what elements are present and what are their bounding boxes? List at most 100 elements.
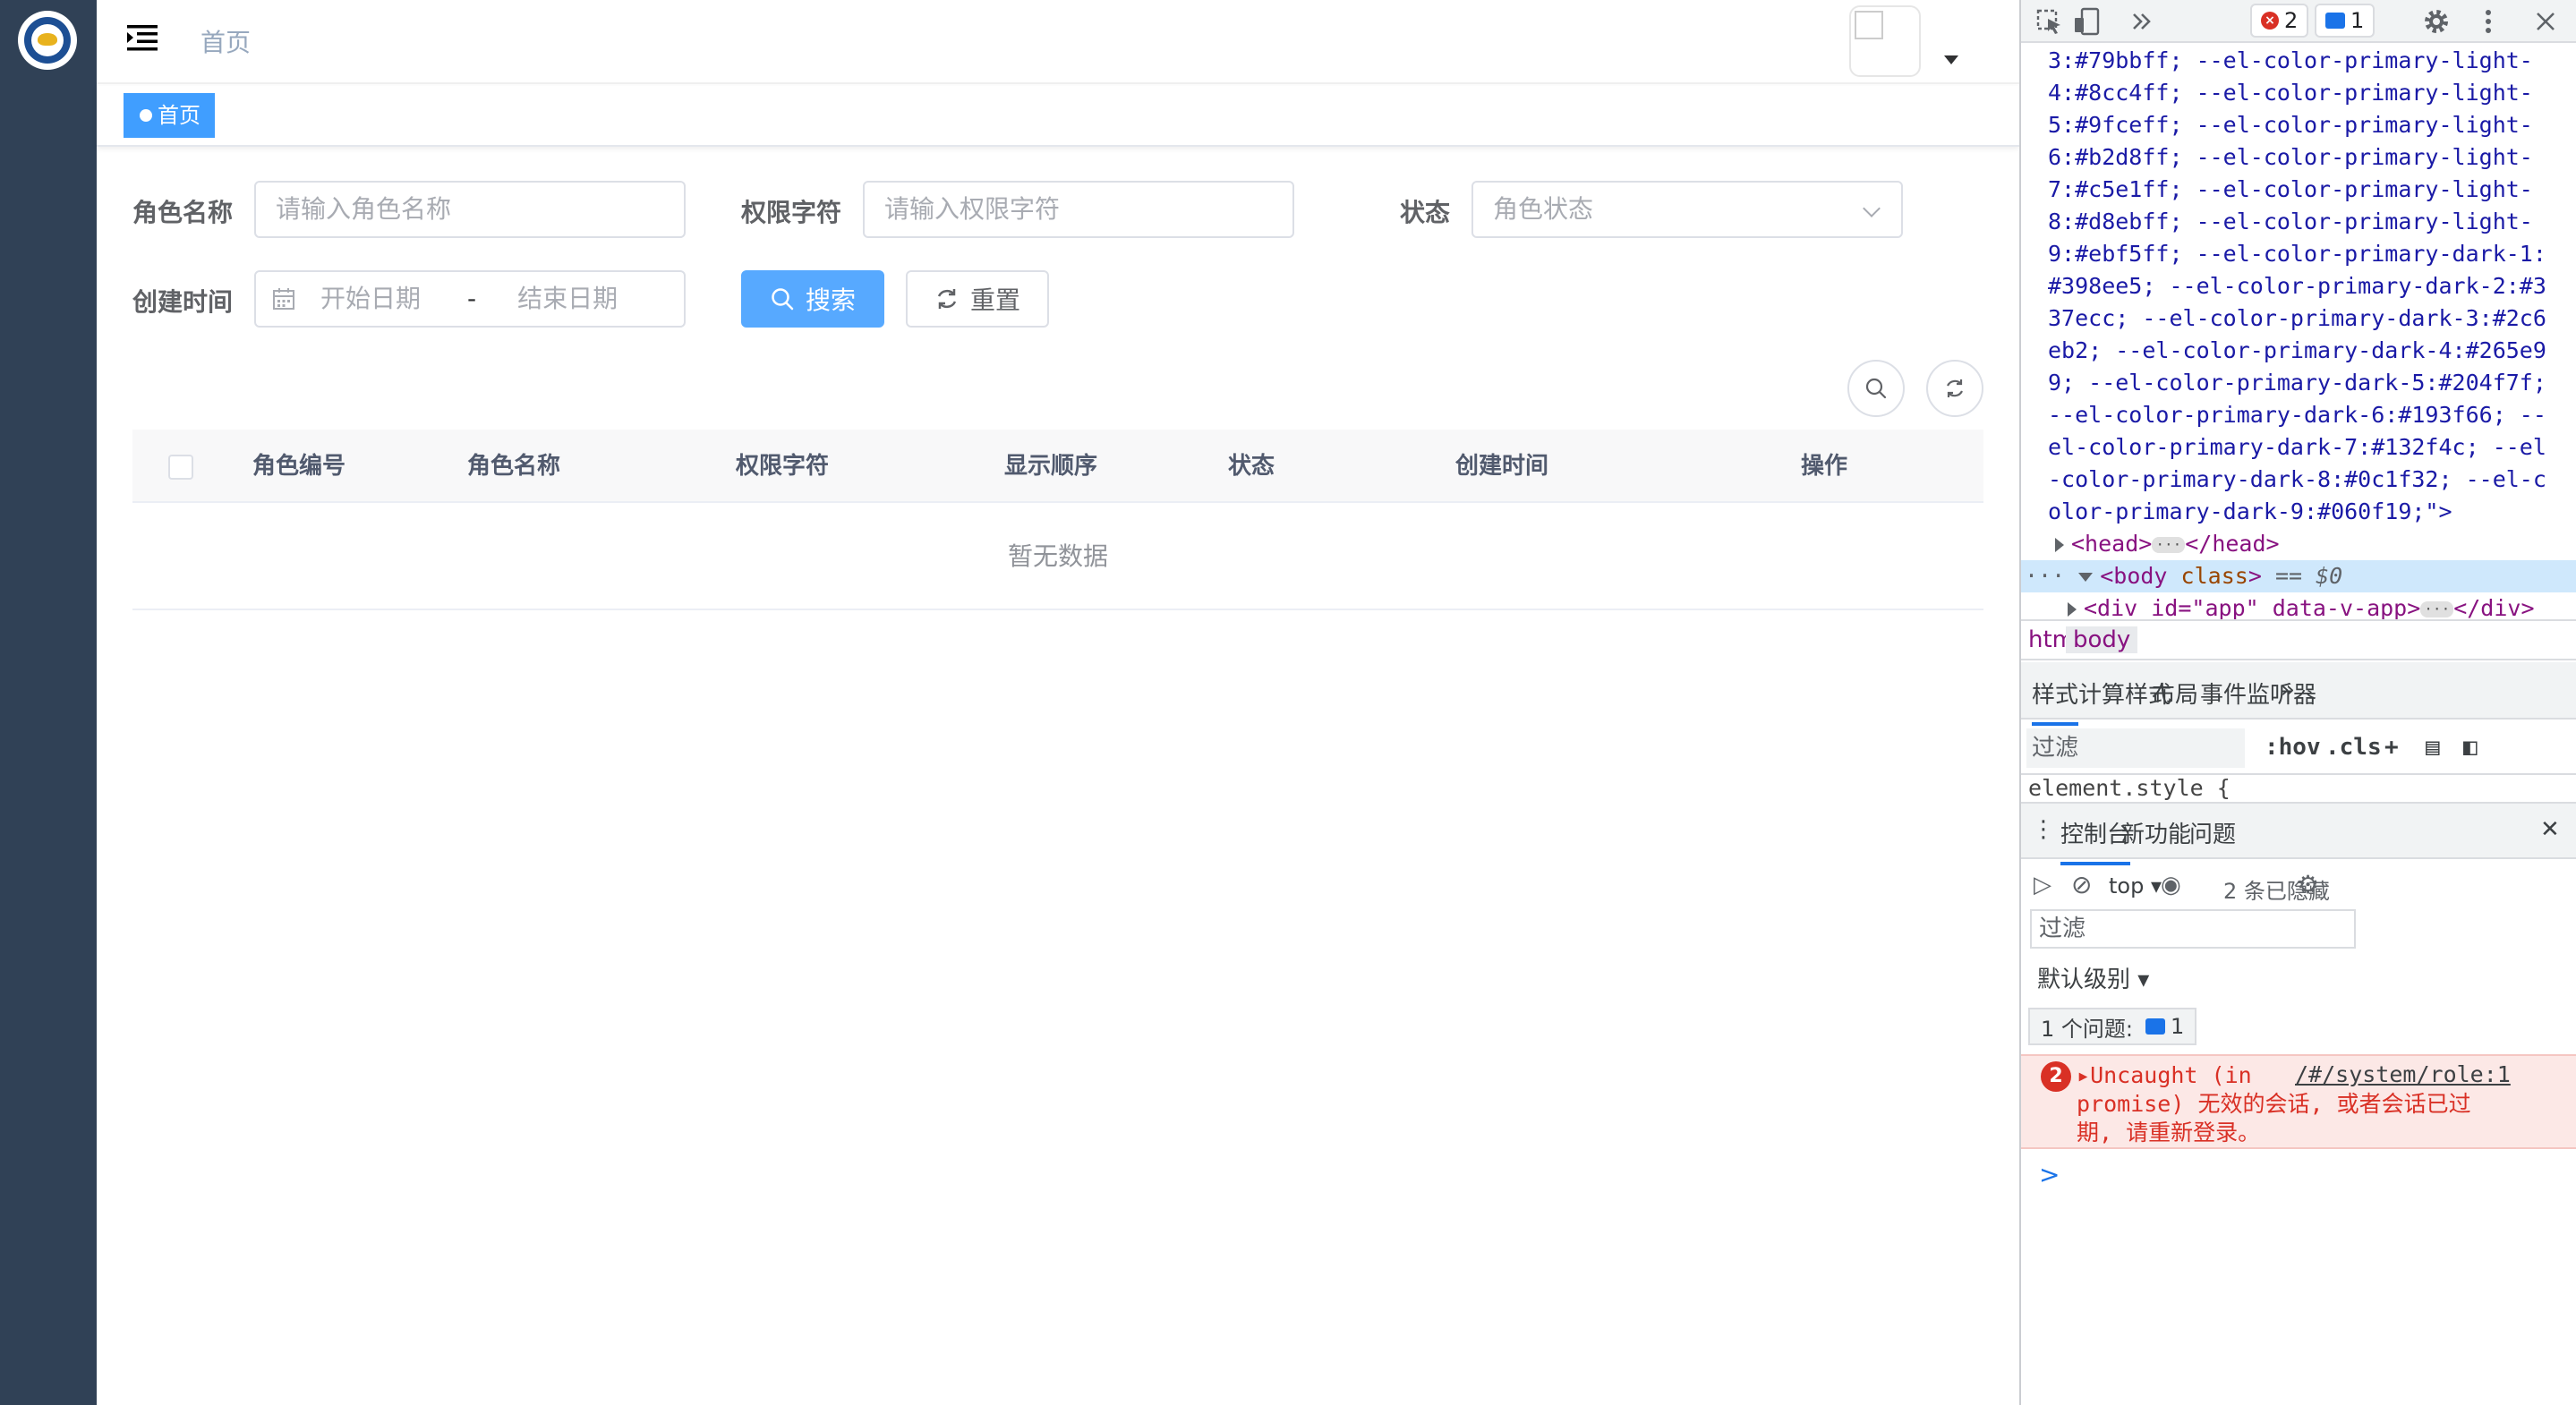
dom-style-line: #398ee5; --el-color-primary-dark-2:#3 xyxy=(2048,273,2546,299)
search-button[interactable]: 搜索 xyxy=(741,270,884,328)
dom-head-node[interactable]: <head> ··· </head> xyxy=(2021,528,2576,560)
close-devtools-icon[interactable] xyxy=(2529,5,2562,38)
div-close-tag: </div> xyxy=(2453,595,2535,619)
tab-issues[interactable]: 问题 xyxy=(2189,816,2236,849)
styles-filter-input[interactable]: 过滤 xyxy=(2026,728,2245,768)
collapsed-ellipsis-icon[interactable]: ··· xyxy=(2420,601,2454,617)
start-date-input[interactable]: 开始日期 xyxy=(320,272,421,326)
close-drawer-icon[interactable]: ✕ xyxy=(2540,816,2560,843)
devtools-panel: × 2 1 3:#79bbff; --el-color-primary-ligh… xyxy=(2019,0,2576,1405)
show-sidebar-icon[interactable]: ▷ xyxy=(2034,872,2051,898)
role-key-input[interactable]: 请输入权限字符 xyxy=(863,181,1294,238)
error-repeat-count: 2 xyxy=(2041,1061,2071,1092)
search-button-label: 搜索 xyxy=(805,285,856,315)
log-level-dropdown[interactable]: 默认级别 ▾ xyxy=(2037,961,2149,994)
user-avatar-dropdown[interactable] xyxy=(1849,5,1966,77)
logo-ring xyxy=(24,17,71,64)
toggle-search-button[interactable] xyxy=(1847,360,1905,417)
status-select[interactable]: 角色状态 xyxy=(1471,181,1903,238)
new-rule-plus-icon[interactable]: + xyxy=(2384,734,2399,761)
table-header: 角色编号 角色名称 权限字符 显示顺序 状态 创建时间 操作 xyxy=(132,430,1983,503)
tab-layout[interactable]: 布局 xyxy=(2152,677,2198,710)
hamburger-menu-icon[interactable] xyxy=(127,23,158,52)
log-level-label: 默认级别 xyxy=(2037,966,2131,993)
date-range-picker[interactable]: 开始日期 - 结束日期 xyxy=(254,270,686,328)
drawer-menu-icon[interactable]: ⋮ xyxy=(2032,816,2055,843)
clear-console-icon[interactable]: ⊘ xyxy=(2071,870,2092,899)
column-status[interactable]: 状态 xyxy=(1228,430,1275,503)
tab-event-listeners[interactable]: 事件监听器 xyxy=(2200,677,2316,710)
logo-emblem xyxy=(38,33,57,46)
column-role-name[interactable]: 角色名称 xyxy=(467,430,560,503)
role-name-input[interactable]: 请输入角色名称 xyxy=(254,181,686,238)
cls-toggle[interactable]: .cls xyxy=(2325,734,2382,761)
console-prompt[interactable]: > xyxy=(2039,1160,2060,1189)
dom-style-line: 3:#79bbff; --el-color-primary-light- xyxy=(2048,47,2533,73)
inspect-element-icon[interactable] xyxy=(2034,5,2066,38)
column-create-time[interactable]: 创建时间 xyxy=(1455,430,1548,503)
more-tabs-icon[interactable] xyxy=(2125,5,2157,38)
tab-console[interactable]: 控制台 xyxy=(2060,816,2131,865)
dom-style-line: eb2; --el-color-primary-dark-4:#265e9 xyxy=(2048,337,2546,363)
reset-button-label: 重置 xyxy=(969,285,1020,315)
tab-whats-new[interactable]: 新功能 xyxy=(2121,816,2191,849)
app-viewport: 首页 首页 角色名称 请输入角色名称 权限字符 请输入权限字符 状态 角色状态 … xyxy=(0,0,2019,1405)
avatar[interactable] xyxy=(1849,5,1921,77)
more-panes-icon[interactable]: » xyxy=(2281,677,2295,703)
error-line-1: Uncaught (in xyxy=(2090,1062,2252,1088)
dom-app-div-node[interactable]: <div id="app" data-v-app> ··· </div> xyxy=(2021,592,2576,619)
sidebar xyxy=(0,0,97,1405)
issues-label: 1 个问题: xyxy=(2041,1016,2133,1042)
message-badge-count: 1 xyxy=(2350,8,2365,33)
error-source-link[interactable]: /#/system/role:1 xyxy=(2295,1061,2511,1087)
dom-style-line: 7:#c5e1ff; --el-color-primary-light- xyxy=(2048,176,2533,202)
caret-down-icon[interactable] xyxy=(1944,55,1958,64)
dom-style-line: 37ecc; --el-color-primary-dark-3:#2c6 xyxy=(2048,305,2546,331)
toggle-sidebar-icon[interactable]: ◧ xyxy=(2463,734,2478,761)
column-role-id[interactable]: 角色编号 xyxy=(252,430,345,503)
console-settings-gear-icon[interactable]: ⚙ xyxy=(2297,870,2319,899)
collapsed-ellipsis-icon[interactable]: ··· xyxy=(2152,537,2186,553)
error-count-badge[interactable]: × 2 xyxy=(2250,4,2309,38)
message-icon xyxy=(2145,1018,2165,1035)
navbar: 首页 xyxy=(97,0,2019,84)
console-drawer: ⋮ 控制台 新功能 问题 ✕ ▷ ⊘ top ▾ ◉ 2 条已隐藏 ⚙ 过滤 默… xyxy=(2021,802,2576,1405)
calendar-icon xyxy=(272,287,295,311)
context-selector[interactable]: top ▾ xyxy=(2109,873,2162,898)
selected-marker: == $0 xyxy=(2274,563,2343,589)
select-all-checkbox[interactable] xyxy=(168,455,193,480)
role-key-label: 权限字符 xyxy=(741,198,842,227)
error-badge-count: 2 xyxy=(2284,8,2299,33)
head-open-tag: <head> xyxy=(2071,531,2153,557)
column-sort-order[interactable]: 显示顺序 xyxy=(1004,430,1097,503)
kebab-menu-icon[interactable] xyxy=(2472,5,2504,38)
device-toolbar-icon[interactable] xyxy=(2071,5,2103,38)
breadcrumb-home: 首页 xyxy=(200,28,252,57)
message-count-badge[interactable]: 1 xyxy=(2315,4,2376,38)
logo[interactable] xyxy=(18,11,77,70)
tag-home[interactable]: 首页 xyxy=(124,93,215,138)
hov-toggle[interactable]: :hov xyxy=(2265,734,2321,761)
end-date-input[interactable]: 结束日期 xyxy=(517,272,618,326)
roles-table: 角色编号 角色名称 权限字符 显示顺序 状态 创建时间 操作 暂无数据 xyxy=(132,430,1983,610)
column-role-key[interactable]: 权限字符 xyxy=(736,430,829,503)
reset-button[interactable]: 重置 xyxy=(906,270,1049,328)
expand-triangle-icon[interactable] xyxy=(2055,538,2064,552)
live-expression-eye-icon[interactable]: ◉ xyxy=(2161,872,2181,898)
issues-count-button[interactable]: 1 个问题: 1 xyxy=(2028,1008,2197,1045)
crumb-body[interactable]: body xyxy=(2066,626,2138,653)
head-close-tag: </head> xyxy=(2185,531,2280,557)
expand-error-triangle-icon[interactable]: ▸ xyxy=(2077,1062,2090,1088)
dom-body-node-selected[interactable]: ··· <body class> == $0 xyxy=(2021,560,2576,592)
console-filter-input[interactable]: 过滤 xyxy=(2030,909,2356,949)
settings-gear-icon[interactable] xyxy=(2420,5,2452,38)
console-error-message[interactable]: 2 ▸Uncaught (in promise) 无效的会话, 或者会话已过 期… xyxy=(2021,1054,2576,1149)
refresh-table-button[interactable] xyxy=(1926,360,1983,417)
paint-brush-icon[interactable]: ▤ xyxy=(2426,734,2440,761)
dom-style-line: olor-primary-dark-9:#060f19;"> xyxy=(2048,498,2452,524)
collapse-triangle-icon[interactable] xyxy=(2078,573,2094,582)
dom-style-line: 9:#ebf5ff; --el-color-primary-dark-1: xyxy=(2048,241,2546,267)
tab-styles[interactable]: 样式 xyxy=(2032,677,2079,726)
elements-dom-tree[interactable]: 3:#79bbff; --el-color-primary-light- 4:#… xyxy=(2021,45,2576,619)
expand-triangle-icon[interactable] xyxy=(2068,602,2077,617)
